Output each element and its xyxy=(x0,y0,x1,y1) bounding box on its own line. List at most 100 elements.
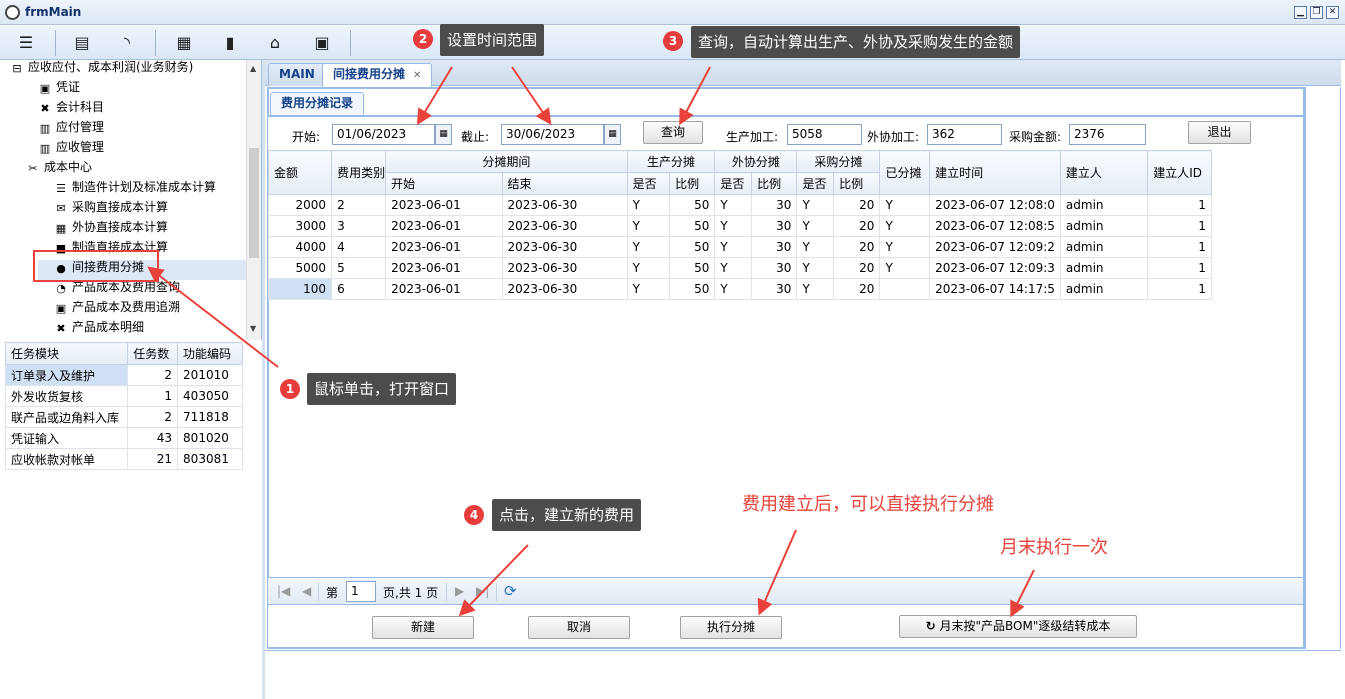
task-cell: 21 xyxy=(127,448,179,470)
tree-item[interactable]: ✂ 成本中心 xyxy=(26,157,92,177)
task-cell: 1 xyxy=(127,385,179,407)
table-row[interactable]: 4000 4 2023-06-01 2023-06-30 Y 50 Y 30 Y 20 Y 2023-… xyxy=(267,236,1304,258)
task-row[interactable]: 订单录入及维护 2 201010 xyxy=(4,364,243,386)
inbox-icon[interactable]: ⌂ xyxy=(264,32,286,54)
table-row[interactable]: 100 6 2023-06-01 2023-06-30 Y 50 Y 30 Y 20 2023-06… xyxy=(267,278,1304,300)
header-outs-yes[interactable]: 是否 xyxy=(714,172,753,195)
header-created-time[interactable]: 建立时间 xyxy=(929,150,1061,195)
header-purch-yes[interactable]: 是否 xyxy=(796,172,835,195)
calendar-icon[interactable]: ▦ xyxy=(173,32,195,54)
tab-cost-allocation-records[interactable]: 费用分摊记录 xyxy=(270,92,365,115)
next-page-icon[interactable]: ▶ xyxy=(455,584,464,598)
task-row[interactable]: 联产品或边角料入库 2 711818 xyxy=(4,406,243,428)
purchase-amount-field[interactable]: 2376 xyxy=(1069,124,1146,145)
tree-item[interactable]: ⊟ 应收应付、成本利润(业务财务) xyxy=(10,60,193,77)
tab-close-icon[interactable]: ✕ xyxy=(413,70,421,81)
table-cell: Y xyxy=(796,236,835,258)
callout-step-1: 鼠标单击，打开窗口 xyxy=(307,373,457,405)
tree-item[interactable]: ● 间接费用分摊 xyxy=(54,257,144,277)
tree-scrollbar-thumb[interactable] xyxy=(249,148,259,258)
start-date-input[interactable]: 01/06/2023 xyxy=(332,124,435,145)
header-period-start[interactable]: 开始 xyxy=(385,172,503,195)
tree-item[interactable]: ▥ 应收管理 xyxy=(38,137,104,157)
header-allocated[interactable]: 已分摊 xyxy=(879,150,931,195)
execute-allocation-button[interactable]: 执行分摊 xyxy=(680,616,782,639)
header-creator-id[interactable]: 建立人ID xyxy=(1147,150,1212,195)
tree-item[interactable]: ■ 制造直接成本计算 xyxy=(54,237,168,257)
tree-item[interactable]: ✖ 会计科目 xyxy=(38,97,104,117)
table-row[interactable]: 3000 3 2023-06-01 2023-06-30 Y 50 Y 30 Y 20 Y 2023-… xyxy=(267,215,1304,237)
table-cell: Y xyxy=(796,215,835,237)
table-row[interactable]: 2000 2 2023-06-01 2023-06-30 Y 50 Y 30 Y 20 Y 2023-… xyxy=(267,194,1304,216)
table-cell: Y xyxy=(714,194,753,216)
table-cell: 2023-06-30 xyxy=(501,278,628,300)
header-creator[interactable]: 建立人 xyxy=(1059,150,1149,195)
first-page-icon[interactable]: |◀ xyxy=(277,584,290,598)
end-date-input[interactable]: 30/06/2023 xyxy=(501,124,604,145)
header-period-end[interactable]: 结束 xyxy=(501,172,628,195)
table-cell: 30 xyxy=(751,215,798,237)
tree-item[interactable]: ▦ 外协直接成本计算 xyxy=(54,217,168,237)
close-icon[interactable]: ✕ xyxy=(1326,6,1339,19)
new-button[interactable]: 新建 xyxy=(372,616,474,639)
filter-bar: 开始: 01/06/2023 ▦ 截止: 30/06/2023 ▦ 查询 生产加… xyxy=(268,117,1303,150)
table-cell: 3000 xyxy=(267,215,333,237)
tree-item[interactable]: ▣ 产品成本及费用追溯 xyxy=(54,297,180,317)
task-header-code[interactable]: 功能编码 xyxy=(177,342,243,365)
prev-page-icon[interactable]: ◀ xyxy=(302,584,311,598)
header-prod-ratio[interactable]: 比例 xyxy=(669,172,716,195)
image-icon[interactable]: ▣ xyxy=(311,32,333,54)
table-cell: 20 xyxy=(833,194,881,216)
rss-icon[interactable]: ◝ xyxy=(116,32,138,54)
outsource-amount-field[interactable]: 362 xyxy=(927,124,1002,145)
tree-item[interactable]: ◔ 产品成本及费用查询 xyxy=(54,277,180,297)
tree-item[interactable]: ✖ 产品成本明细 xyxy=(54,317,144,337)
calculator-icon[interactable]: ▤ xyxy=(71,32,93,54)
task-row[interactable]: 凭证输入 43 801020 xyxy=(4,427,243,449)
row-filler xyxy=(1211,237,1303,258)
header-type[interactable]: 费用类别 xyxy=(331,150,387,195)
exit-button[interactable]: 退出 xyxy=(1188,121,1251,144)
menu-icon[interactable]: ☰ xyxy=(15,32,37,54)
page-number-input[interactable]: 1 xyxy=(346,581,376,602)
table-cell: 2023-06-07 12:08:5 xyxy=(929,215,1061,237)
tree-item[interactable]: ☰ 制造件计划及标准成本计算 xyxy=(54,177,216,197)
tree-item-label: 制造件计划及标准成本计算 xyxy=(72,180,217,194)
header-purch-alloc: 采购分摊 xyxy=(796,150,881,173)
tree-item[interactable]: ▥ 应付管理 xyxy=(38,117,104,137)
tree-item[interactable]: ✉ 采购直接成本计算 xyxy=(54,197,168,217)
calendar-picker-icon[interactable]: ▦ xyxy=(435,124,452,145)
scroll-up-icon[interactable]: ▲ xyxy=(250,64,256,73)
end-date-label: 截止: xyxy=(461,130,490,144)
header-purch-ratio[interactable]: 比例 xyxy=(833,172,881,195)
bookmark-icon[interactable]: ▮ xyxy=(219,32,241,54)
query-button[interactable]: 查询 xyxy=(643,121,703,144)
allocation-grid: 金额 费用类别 分摊期间 生产分摊 外协分摊 采购分摊 已分摊 建立时间 建立人… xyxy=(267,150,1304,300)
header-outs-ratio[interactable]: 比例 xyxy=(751,172,798,195)
task-row[interactable]: 外发收货复核 1 403050 xyxy=(4,385,243,407)
table-cell: Y xyxy=(879,236,931,258)
table-row[interactable]: 5000 5 2023-06-01 2023-06-30 Y 50 Y 30 Y 20 Y 2023-… xyxy=(267,257,1304,279)
tab-main[interactable]: MAIN xyxy=(268,63,326,86)
task-header-count[interactable]: 任务数 xyxy=(127,342,179,365)
last-page-icon[interactable]: ▶| xyxy=(476,584,489,598)
tab-indirect-cost[interactable]: 间接费用分摊 ✕ xyxy=(322,63,433,87)
tree-item-label: 产品成本及费用追溯 xyxy=(72,300,181,314)
table-cell: 6 xyxy=(331,278,387,300)
minimize-icon[interactable]: ▁ xyxy=(1294,6,1307,19)
splitter[interactable] xyxy=(262,60,265,699)
cancel-button[interactable]: 取消 xyxy=(528,616,630,639)
tree-item-icon: ✉ xyxy=(56,202,66,215)
row-filler xyxy=(1211,216,1303,237)
monthly-bom-button[interactable]: ↻ 月末按"产品BOM"逐级结转成本 xyxy=(899,615,1137,638)
scroll-down-icon[interactable]: ▼ xyxy=(250,324,256,333)
refresh-icon[interactable]: ⟳ xyxy=(504,582,517,600)
header-amount[interactable]: 金额 xyxy=(267,150,333,195)
task-header-module[interactable]: 任务模块 xyxy=(4,342,129,365)
production-amount-field[interactable]: 5058 xyxy=(787,124,862,145)
calendar-picker-icon[interactable]: ▦ xyxy=(604,124,621,145)
restore-icon[interactable]: ❐ xyxy=(1310,6,1323,19)
task-row[interactable]: 应收帐款对帐单 21 803081 xyxy=(4,448,243,470)
header-prod-yes[interactable]: 是否 xyxy=(626,172,671,195)
tree-item[interactable]: ▣ 凭证 xyxy=(38,77,80,97)
